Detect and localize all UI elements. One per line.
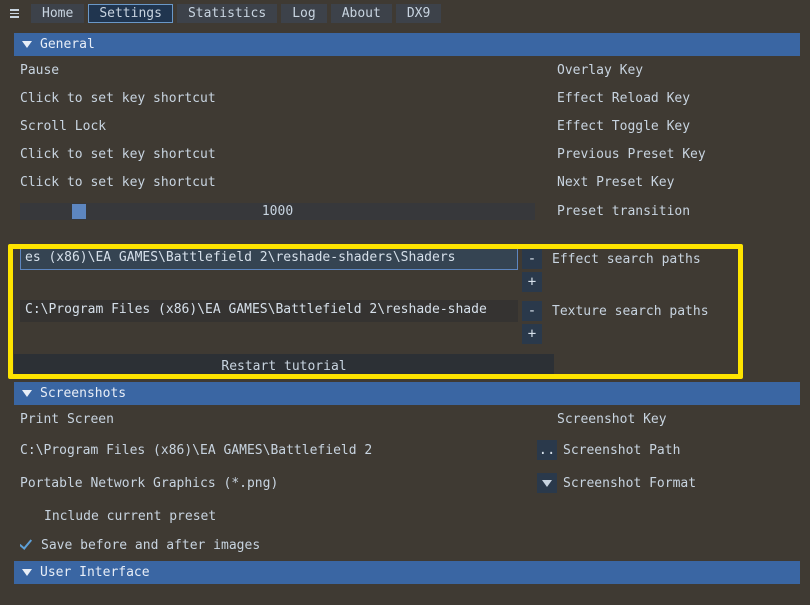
next-preset-key-value[interactable]: Click to set key shortcut [20, 175, 535, 190]
effect-search-path-input[interactable]: es (x86)\EA GAMES\Battlefield 2\reshade-… [20, 248, 518, 270]
tab-home[interactable]: Home [31, 4, 84, 23]
preset-transition-label: Preset transition [557, 204, 794, 219]
screenshot-key-value[interactable]: Print Screen [20, 412, 535, 427]
menu-icon[interactable] [6, 7, 23, 20]
section-general-header[interactable]: General [14, 33, 800, 56]
chevron-down-icon [22, 569, 32, 576]
tab-bar: Home Settings Statistics Log About DX9 [0, 0, 810, 31]
texture-path-add-button[interactable]: + [522, 324, 542, 344]
section-ui-label: User Interface [40, 565, 150, 580]
tab-settings[interactable]: Settings [88, 4, 173, 23]
effect-reload-key-label: Effect Reload Key [557, 91, 794, 106]
effect-reload-key-value[interactable]: Click to set key shortcut [20, 91, 535, 106]
texture-search-paths-label: Texture search paths [552, 304, 709, 319]
save-before-after-checkbox[interactable]: Save before and after images [20, 537, 535, 553]
effect-toggle-key-value[interactable]: Scroll Lock [20, 119, 535, 134]
screenshot-path-browse-button[interactable]: .. [537, 440, 557, 460]
preset-transition-value: 1000 [20, 204, 535, 219]
effect-toggle-key-label: Effect Toggle Key [557, 119, 794, 134]
screenshot-format-dropdown-icon[interactable] [537, 473, 557, 493]
previous-preset-key-value[interactable]: Click to set key shortcut [20, 147, 535, 162]
overlay-key-value[interactable]: Pause [20, 63, 535, 78]
section-screenshots-header[interactable]: Screenshots [14, 382, 800, 405]
section-screenshots-label: Screenshots [40, 386, 126, 401]
screenshot-format-label: Screenshot Format [563, 476, 794, 491]
restart-tutorial-button[interactable]: Restart tutorial [14, 354, 554, 378]
screenshot-format-value[interactable]: Portable Network Graphics (*.png) [20, 476, 535, 491]
save-before-after-label: Save before and after images [41, 538, 260, 553]
section-general-label: General [40, 37, 95, 52]
texture-path-remove-button[interactable]: - [522, 301, 542, 321]
preset-transition-slider[interactable]: 1000 [20, 203, 535, 220]
effect-search-paths-label: Effect search paths [552, 252, 701, 267]
screenshot-path-label: Screenshot Path [563, 443, 794, 458]
check-icon [20, 538, 41, 553]
next-preset-key-label: Next Preset Key [557, 175, 794, 190]
effect-path-remove-button[interactable]: - [522, 249, 542, 269]
texture-search-path-input[interactable]: C:\Program Files (x86)\EA GAMES\Battlefi… [20, 300, 518, 322]
effect-path-add-button[interactable]: + [522, 272, 542, 292]
tab-statistics[interactable]: Statistics [177, 4, 277, 23]
overlay-key-label: Overlay Key [557, 63, 794, 78]
tab-dx9[interactable]: DX9 [396, 4, 441, 23]
previous-preset-key-label: Previous Preset Key [557, 147, 794, 162]
chevron-down-icon [22, 390, 32, 397]
include-preset-label: Include current preset [44, 509, 216, 524]
chevron-down-icon [22, 41, 32, 48]
screenshot-path-value[interactable]: C:\Program Files (x86)\EA GAMES\Battlefi… [20, 443, 535, 458]
tab-about[interactable]: About [331, 4, 392, 23]
section-ui-header[interactable]: User Interface [14, 561, 800, 584]
include-preset-checkbox[interactable]: Include current preset [20, 506, 535, 524]
tab-log[interactable]: Log [281, 4, 326, 23]
screenshot-key-label: Screenshot Key [557, 412, 794, 427]
